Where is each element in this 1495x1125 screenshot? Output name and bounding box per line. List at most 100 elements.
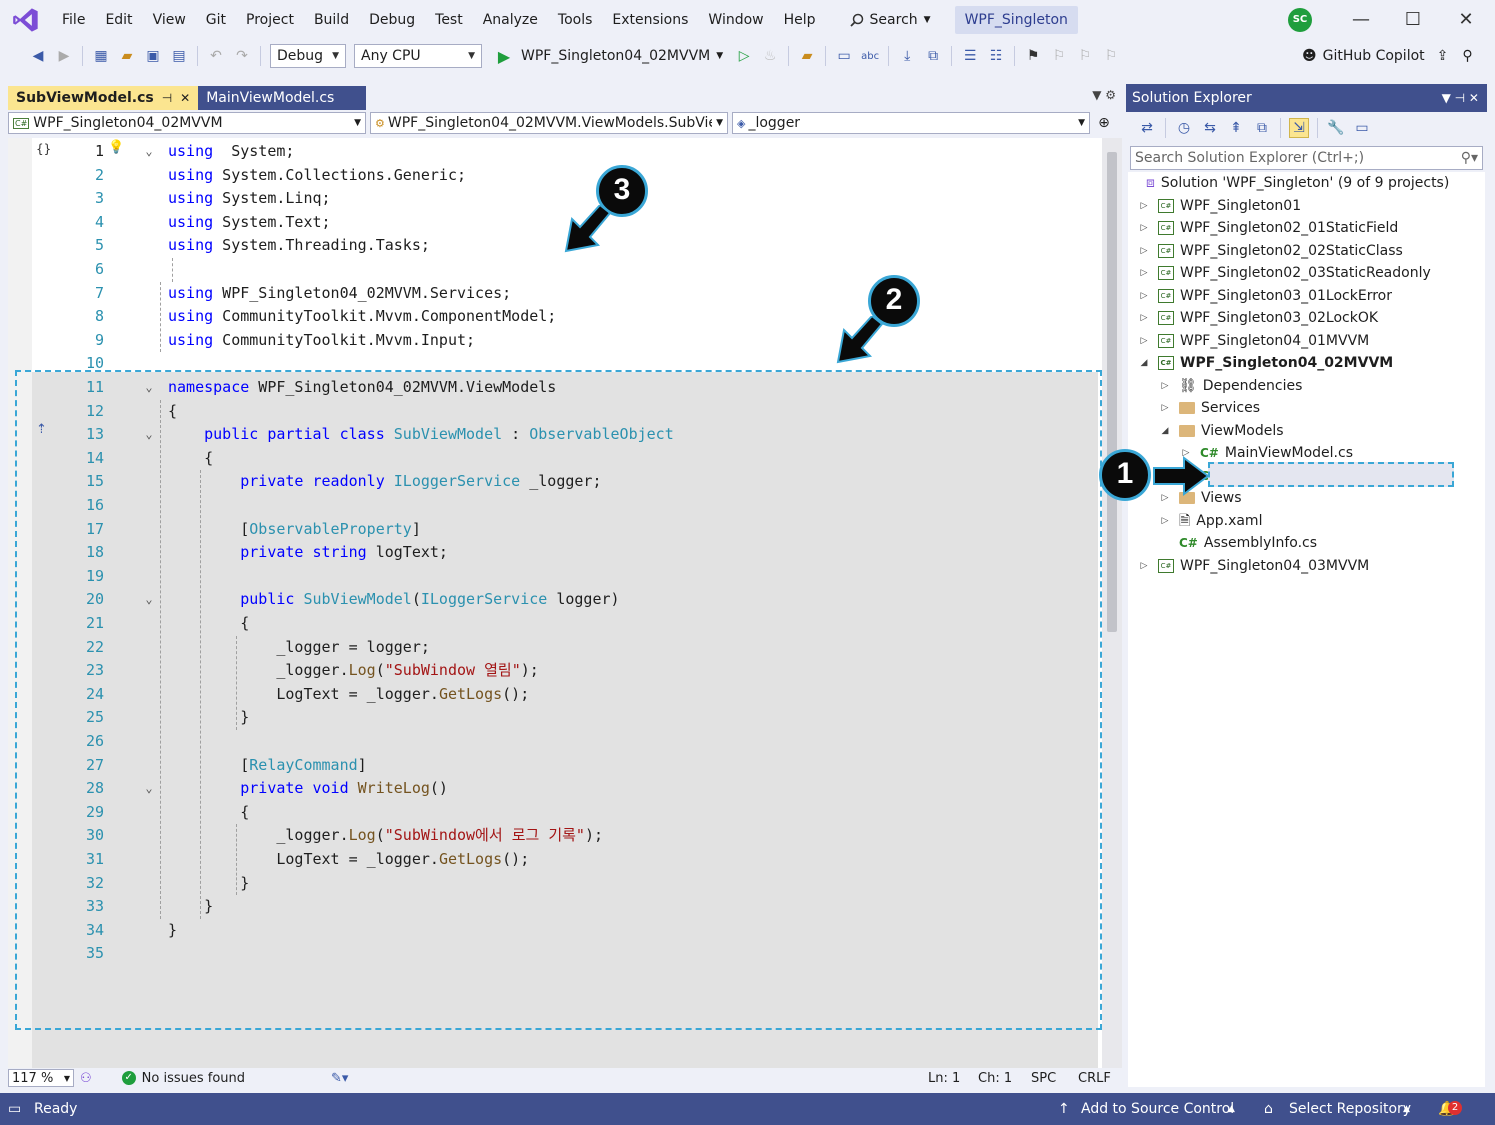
- properties-icon[interactable]: 🔧: [1326, 118, 1346, 138]
- code-line[interactable]: 5 using System.Threading.Tasks;: [8, 234, 1098, 258]
- window-layout-icon[interactable]: ▭: [834, 46, 854, 66]
- switch-views-icon[interactable]: ⇄: [1137, 118, 1157, 138]
- status-output-icon[interactable]: ▭: [8, 1093, 21, 1125]
- tab-overflow-icon[interactable]: ▼ ⚙: [1092, 88, 1116, 102]
- chevron-up-icon[interactable]: ▲: [1228, 1093, 1235, 1125]
- search-button[interactable]: Search ▼: [840, 7, 941, 33]
- tree-item-wpf-singleton03-02lockok[interactable]: ▷ C# WPF_Singleton03_02LockOK: [1138, 307, 1379, 330]
- tree-item-wpf-singleton02-01staticfield[interactable]: ▷ C# WPF_Singleton02_01StaticField: [1138, 217, 1399, 240]
- column-number[interactable]: Ch: 1: [978, 1071, 1012, 1086]
- menu-item-build[interactable]: Build: [304, 0, 359, 40]
- maximize-button[interactable]: ☐: [1398, 6, 1428, 34]
- redo-icon[interactable]: ↷: [232, 46, 252, 66]
- menu-item-debug[interactable]: Debug: [359, 0, 425, 40]
- code-line[interactable]: 9 using CommunityToolkit.Mvvm.Input;: [8, 329, 1098, 353]
- sync-icon[interactable]: ⇆: [1200, 118, 1220, 138]
- bookmark-prev-icon[interactable]: ⚐: [1049, 46, 1069, 66]
- collapsed-arrow-icon[interactable]: ▷: [1138, 262, 1150, 285]
- collapsed-arrow-icon[interactable]: ▷: [1138, 307, 1150, 330]
- code-map-icon[interactable]: {}: [36, 142, 51, 156]
- solution-search-input[interactable]: Search Solution Explorer (Ctrl+;) ⚲▾: [1130, 146, 1483, 170]
- avatar[interactable]: SC: [1288, 8, 1312, 32]
- pin-icon[interactable]: ⊣: [162, 86, 172, 110]
- vertical-scrollbar[interactable]: [1102, 138, 1122, 1068]
- close-icon[interactable]: ✕: [180, 86, 190, 110]
- panel-window-controls-icon[interactable]: ▼ ⊣ ✕: [1442, 84, 1479, 112]
- open-folder-icon[interactable]: ▰: [117, 46, 137, 66]
- menu-item-view[interactable]: View: [143, 0, 196, 40]
- tree-item-wpf-singleton02-02staticclass[interactable]: ▷ C# WPF_Singleton02_02StaticClass: [1138, 240, 1403, 263]
- tree-item-wpf-singleton02-03staticreadonly[interactable]: ▷ C# WPF_Singleton02_03StaticReadonly: [1138, 262, 1431, 285]
- bookmark-next-icon[interactable]: ⚐: [1075, 46, 1095, 66]
- live-share-icon[interactable]: ⚇: [80, 1071, 92, 1086]
- feedback-icon[interactable]: ⚲: [1462, 48, 1472, 64]
- tree-solution-root[interactable]: ⧈ Solution 'WPF_Singleton' (9 of 9 proje…: [1146, 172, 1449, 195]
- collapsed-arrow-icon[interactable]: ▷: [1159, 397, 1171, 420]
- spell-check-icon[interactable]: abc: [860, 46, 880, 66]
- add-to-source-control-button[interactable]: Add to Source Control: [1081, 1093, 1234, 1125]
- line-ending[interactable]: CRLF: [1078, 1071, 1111, 1086]
- code-line[interactable]: 4 using System.Text;: [8, 211, 1098, 235]
- save-icon[interactable]: ▣: [143, 46, 163, 66]
- code-line[interactable]: 6: [8, 258, 1098, 282]
- collapsed-arrow-icon[interactable]: ▷: [1138, 217, 1150, 240]
- tree-item-wpf-singleton03-01lockerror[interactable]: ▷ C# WPF_Singleton03_01LockError: [1138, 285, 1392, 308]
- github-copilot-button[interactable]: ☻ GitHub Copilot ⇪ ⚲: [1302, 40, 1473, 72]
- split-view-icon[interactable]: ⊕: [1094, 112, 1114, 136]
- menu-item-test[interactable]: Test: [425, 0, 473, 40]
- fold-toggle-icon[interactable]: ⌄: [142, 140, 156, 164]
- zoom-select[interactable]: 117 % ▼: [8, 1069, 74, 1087]
- tree-item-app-xaml[interactable]: ▷ 🗎 App.xaml: [1159, 510, 1263, 533]
- start-debugging-icon[interactable]: ▶: [494, 46, 514, 66]
- tree-item-viewmodels[interactable]: ◢ ViewModels: [1159, 420, 1284, 443]
- configuration-select[interactable]: Debug ▼: [270, 44, 346, 68]
- menu-item-project[interactable]: Project: [236, 0, 304, 40]
- menu-item-file[interactable]: File: [52, 0, 95, 40]
- pending-changes-icon[interactable]: ◷: [1174, 118, 1194, 138]
- solution-name-badge[interactable]: WPF_Singleton: [954, 6, 1078, 34]
- tree-item-services[interactable]: ▷ Services: [1159, 397, 1261, 420]
- code-line[interactable]: 8 using CommunityToolkit.Mvvm.ComponentMo…: [8, 305, 1098, 329]
- share-icon[interactable]: ⇪: [1437, 48, 1449, 64]
- close-button[interactable]: ✕: [1451, 6, 1481, 34]
- start-debugging-button[interactable]: WPF_Singleton04_02MVVM: [521, 48, 710, 64]
- collapsed-arrow-icon[interactable]: ▷: [1138, 195, 1150, 218]
- visual-studio-logo-icon[interactable]: [12, 6, 40, 34]
- collapsed-arrow-icon[interactable]: ▷: [1159, 510, 1171, 533]
- menu-item-extensions[interactable]: Extensions: [602, 0, 698, 40]
- code-cleanup-icon[interactable]: ✎▾: [331, 1071, 348, 1086]
- expanded-arrow-icon[interactable]: ◢: [1138, 352, 1150, 375]
- code-line[interactable]: 2 using System.Collections.Generic;: [8, 164, 1098, 188]
- preview-icon[interactable]: ▭: [1352, 118, 1372, 138]
- chevron-down-icon[interactable]: ▼: [716, 51, 723, 61]
- tree-item-assemblyinfo-cs[interactable]: C# AssemblyInfo.cs: [1159, 532, 1317, 555]
- collapsed-arrow-icon[interactable]: ▷: [1138, 330, 1150, 353]
- start-without-debugging-icon[interactable]: ▷: [734, 46, 754, 66]
- bookmark-icon[interactable]: ⚑: [1023, 46, 1043, 66]
- lightbulb-icon[interactable]: 💡: [108, 140, 124, 155]
- collapse-all-icon[interactable]: ⇞: [1226, 118, 1246, 138]
- menu-item-edit[interactable]: Edit: [95, 0, 142, 40]
- tree-item-wpf-singleton01[interactable]: ▷ C# WPF_Singleton01: [1138, 195, 1302, 218]
- tab-subviewmodel[interactable]: SubViewModel.cs ⊣ ✕: [8, 86, 199, 110]
- menu-item-tools[interactable]: Tools: [548, 0, 603, 40]
- code-line[interactable]: 3 using System.Linq;: [8, 187, 1098, 211]
- code-line[interactable]: 1 ⌄ using System;: [8, 140, 1098, 164]
- tree-item-wpf-singleton04-02mvvm[interactable]: ◢ C# WPF_Singleton04_02MVVM: [1138, 352, 1394, 375]
- code-line[interactable]: 7 using WPF_Singleton04_02MVVM.Services;: [8, 282, 1098, 306]
- outdent-icon[interactable]: ☷: [986, 46, 1006, 66]
- navigate-back-icon[interactable]: ◀: [28, 46, 48, 66]
- type-dropdown[interactable]: ⚙ WPF_Singleton04_02MVVM.ViewModels.SubV…: [370, 112, 728, 134]
- collapsed-arrow-icon[interactable]: ▷: [1138, 285, 1150, 308]
- line-number[interactable]: Ln: 1: [928, 1071, 960, 1086]
- step-into-icon[interactable]: ⤓: [897, 46, 917, 66]
- hot-reload-icon[interactable]: ♨: [760, 46, 780, 66]
- scrollbar-thumb[interactable]: [1107, 152, 1117, 632]
- track-active-item-icon[interactable]: ⇲: [1289, 118, 1309, 138]
- tab-mainviewmodel[interactable]: MainViewModel.cs: [198, 86, 367, 110]
- browse-folder-icon[interactable]: ▰: [797, 46, 817, 66]
- menu-item-help[interactable]: Help: [774, 0, 826, 40]
- tree-item-wpf-singleton04-01mvvm[interactable]: ▷ C# WPF_Singleton04_01MVVM: [1138, 330, 1370, 353]
- collapsed-arrow-icon[interactable]: ▷: [1138, 240, 1150, 263]
- minimize-button[interactable]: —: [1346, 6, 1376, 34]
